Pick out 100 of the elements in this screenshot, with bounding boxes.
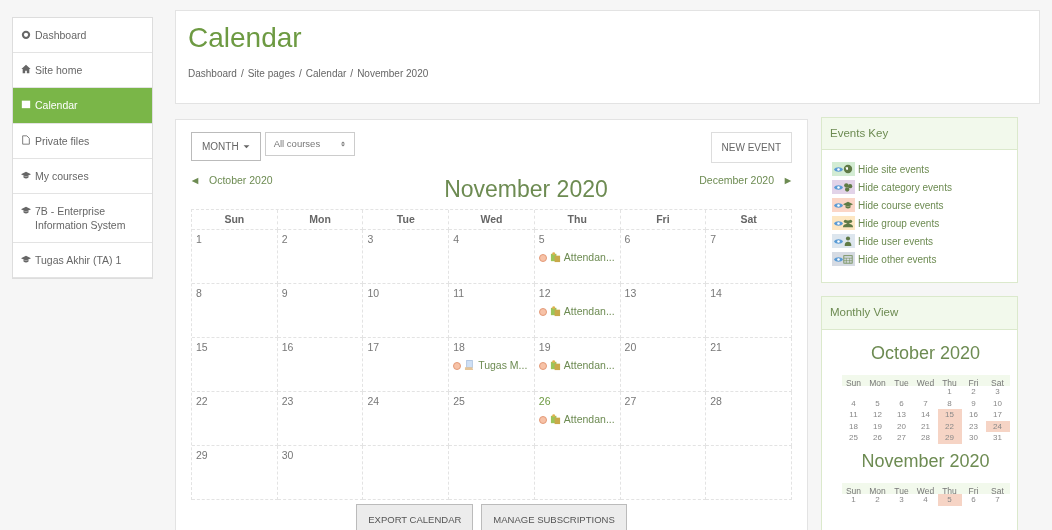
day-number: 15 bbox=[196, 340, 208, 356]
graduation-cap-icon bbox=[21, 254, 31, 265]
mini-day: 6 bbox=[889, 397, 914, 409]
course-select[interactable]: All courses bbox=[264, 132, 356, 156]
day-number: 7 bbox=[710, 232, 717, 248]
breadcrumb-separator: / bbox=[350, 66, 354, 81]
mini-day: 10 bbox=[985, 397, 1010, 409]
new-event-button[interactable]: NEW EVENT bbox=[710, 132, 792, 163]
eye-icon bbox=[834, 218, 843, 228]
mini-day: 1 bbox=[841, 494, 866, 506]
mini-day: 4 bbox=[841, 397, 866, 409]
key-color-swatch[interactable] bbox=[832, 234, 855, 249]
key-color-swatch[interactable] bbox=[832, 198, 855, 213]
hide-events-link[interactable]: Hide other events bbox=[858, 251, 937, 267]
weekday-header: Mon bbox=[277, 209, 364, 231]
day-number: 3 bbox=[367, 232, 374, 248]
breadcrumb-item[interactable]: Dashboard bbox=[188, 65, 237, 81]
weekday-header: Thu bbox=[937, 482, 962, 494]
mini-day[interactable]: 15 bbox=[937, 409, 962, 421]
hide-events-link[interactable]: Hide site events bbox=[858, 161, 930, 177]
key-color-swatch[interactable] bbox=[832, 252, 855, 267]
mini-day: 9 bbox=[961, 397, 986, 409]
caret-icon bbox=[242, 143, 250, 150]
day-number: 12 bbox=[538, 286, 551, 302]
weekday-header: Sat bbox=[706, 209, 792, 231]
event-link[interactable]: Attendan... bbox=[563, 304, 615, 320]
sidebar-item[interactable]: Private files bbox=[13, 123, 152, 159]
day-number: 29 bbox=[196, 448, 208, 464]
mini-day: 5 bbox=[865, 397, 890, 409]
user-icon bbox=[843, 236, 853, 247]
weekday-header: Mon bbox=[865, 482, 890, 494]
day-number: 8 bbox=[196, 286, 202, 302]
sidebar-item[interactable]: 7B - Enterprise Information System bbox=[13, 193, 152, 244]
event-link[interactable]: Attendan... bbox=[563, 412, 615, 428]
day-number: 5 bbox=[538, 232, 545, 248]
globe-icon bbox=[843, 164, 853, 175]
eye-icon bbox=[834, 164, 843, 174]
file-icon bbox=[21, 134, 31, 145]
mini-day: 4 bbox=[913, 494, 938, 506]
key-color-swatch[interactable] bbox=[832, 180, 855, 195]
mini-day: 12 bbox=[865, 409, 890, 421]
weekday-header: Wed bbox=[913, 374, 938, 386]
day-number: 17 bbox=[367, 340, 380, 356]
mini-day: 20 bbox=[889, 420, 914, 432]
export-calendar-button[interactable]: EXPORT CALENDAR bbox=[356, 504, 474, 530]
breadcrumb-item[interactable]: Calendar bbox=[305, 65, 347, 81]
sidebar-item[interactable]: Tugas Akhir (TA) 1 bbox=[13, 243, 152, 279]
breadcrumb-separator: / bbox=[298, 66, 302, 81]
day-number: 4 bbox=[453, 232, 459, 248]
calendar-icon bbox=[21, 99, 31, 110]
event-dot bbox=[538, 415, 547, 424]
hide-events-link[interactable]: Hide category events bbox=[858, 179, 952, 195]
mini-day[interactable]: 5 bbox=[937, 494, 962, 506]
sidebar-item[interactable]: Calendar bbox=[13, 88, 152, 124]
day-number: 28 bbox=[710, 394, 722, 410]
weekday-header: Thu bbox=[937, 374, 962, 386]
weekday-header: Wed bbox=[449, 209, 535, 231]
day-number: 13 bbox=[624, 286, 637, 302]
attendance-icon bbox=[549, 360, 561, 372]
breadcrumb-item[interactable]: Site pages bbox=[247, 65, 295, 81]
mini-day: 11 bbox=[841, 409, 866, 421]
day-number: 6 bbox=[624, 232, 631, 248]
mini-day: 17 bbox=[985, 409, 1010, 421]
right-triangle-icon bbox=[784, 176, 792, 185]
mini-day: 16 bbox=[961, 409, 986, 421]
card-title: Monthly View bbox=[822, 297, 1017, 330]
weekday-header: Sat bbox=[985, 482, 1010, 494]
manage-subscriptions-button[interactable]: MANAGE SUBSCRIPTIONS bbox=[481, 504, 627, 530]
key-color-swatch[interactable] bbox=[832, 216, 855, 231]
event-dot bbox=[453, 361, 462, 370]
event-dot bbox=[538, 361, 547, 370]
hide-events-link[interactable]: Hide user events bbox=[858, 233, 934, 249]
sidebar-item[interactable]: Dashboard bbox=[13, 18, 152, 54]
graduation-cap-icon bbox=[843, 200, 853, 211]
attendance-icon bbox=[549, 306, 561, 318]
mini-month-title: November 2020 bbox=[860, 449, 991, 473]
weekday-header: Fri bbox=[620, 209, 707, 231]
calendar-icon bbox=[843, 254, 853, 265]
mini-day[interactable]: 29 bbox=[937, 432, 962, 444]
sidebar-item[interactable]: My courses bbox=[13, 158, 152, 194]
previous-month-link[interactable]: October 2020 bbox=[191, 173, 273, 189]
users-icon bbox=[843, 218, 853, 229]
document-hand-icon bbox=[464, 360, 476, 372]
next-month-link[interactable]: December 2020 bbox=[699, 173, 792, 189]
event-link[interactable]: Attendan... bbox=[563, 358, 615, 374]
mini-day: 1 bbox=[937, 386, 962, 398]
mini-day: 25 bbox=[841, 432, 866, 444]
day-number: 19 bbox=[538, 340, 551, 356]
event-link[interactable]: Tugas M... bbox=[478, 358, 528, 374]
day-number: 9 bbox=[281, 286, 288, 302]
mini-day[interactable]: 24 bbox=[985, 420, 1010, 432]
event-link[interactable]: Attendan... bbox=[563, 250, 615, 266]
mini-day: 18 bbox=[841, 420, 866, 432]
view-dropdown[interactable]: MONTH bbox=[191, 132, 261, 161]
mini-day: 19 bbox=[865, 420, 890, 432]
hide-events-link[interactable]: Hide course events bbox=[858, 197, 944, 213]
weekday-header: Sun bbox=[841, 482, 866, 494]
key-color-swatch[interactable] bbox=[832, 162, 855, 177]
hide-events-link[interactable]: Hide group events bbox=[858, 215, 940, 231]
day-number[interactable]: 26 bbox=[538, 394, 551, 410]
